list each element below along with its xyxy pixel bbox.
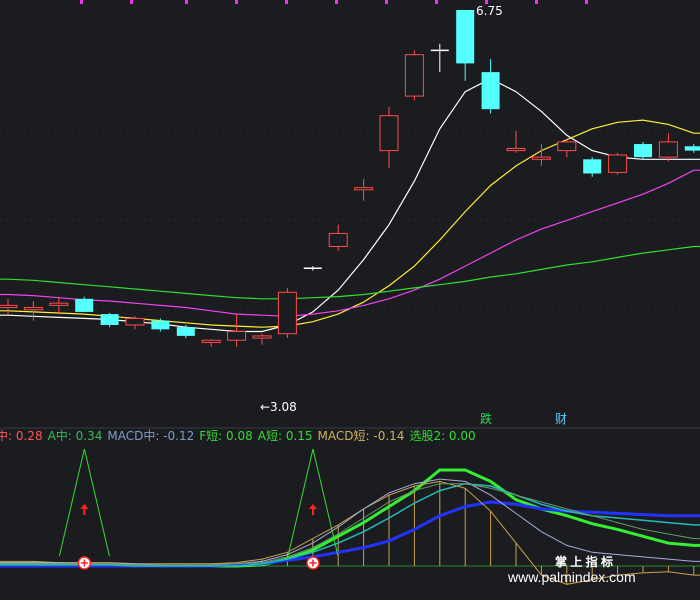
candle	[0, 298, 18, 316]
candle-body	[49, 302, 69, 306]
indicator-line-4	[0, 478, 700, 566]
top-tick	[235, 0, 238, 4]
top-tick	[385, 0, 388, 4]
high-price-label: 6.75	[476, 4, 503, 18]
candle-body	[481, 72, 500, 110]
legend-item: MACD中: -0.12	[107, 428, 194, 443]
candle	[456, 10, 475, 81]
candle-body	[608, 154, 628, 173]
chart-grid	[0, 0, 700, 401]
candle-body	[354, 187, 374, 191]
legend-item: A短: 0.15	[258, 429, 313, 443]
candle-body	[506, 147, 526, 152]
candle	[354, 178, 374, 201]
candle	[404, 50, 424, 101]
candle	[328, 224, 348, 251]
candle-body	[23, 307, 43, 311]
candle-body	[277, 291, 297, 335]
candle-body	[684, 146, 700, 151]
candle-body	[658, 141, 678, 158]
candle-body	[634, 144, 652, 158]
candle	[49, 296, 69, 315]
signal-spike	[58, 448, 110, 557]
candle	[430, 43, 449, 73]
candle	[201, 339, 221, 347]
candle-body	[151, 320, 170, 330]
candle	[608, 152, 628, 175]
top-tick	[185, 0, 188, 4]
watermark-url: www.palmindex.com	[507, 569, 636, 585]
candle	[583, 157, 602, 177]
candles	[0, 10, 700, 347]
top-tick	[130, 0, 133, 4]
candle-body	[227, 331, 247, 341]
candle	[252, 333, 272, 345]
candle	[481, 59, 500, 114]
indicator-legend: 中: 0.28 A中: 0.34 MACD中: -0.12 F短: 0.08 A短: 0…	[0, 428, 476, 443]
top-tick	[80, 0, 83, 4]
candle-body	[125, 317, 145, 326]
candle-body	[100, 314, 119, 325]
candle-body	[404, 54, 424, 97]
candle-body	[201, 339, 221, 343]
candle	[557, 139, 577, 158]
candle	[277, 287, 297, 339]
top-tick	[585, 0, 588, 4]
watermark-cn: 掌 上 指 标	[555, 554, 613, 569]
watermark: 掌 上 指 标 www.palmindex.com	[507, 554, 636, 585]
candle	[23, 301, 43, 321]
candle	[125, 316, 145, 330]
legend-item: A中: 0.34	[48, 428, 103, 443]
top-tick	[335, 0, 338, 4]
ma-line-2	[0, 169, 700, 317]
candle	[658, 133, 678, 162]
stock-chart: 6.75 ←3.08 跌 财 中: 0.28 A中: 0.34 MACD中: -0.…	[0, 0, 700, 585]
ma-line-3	[0, 245, 700, 300]
candle-body	[0, 304, 18, 309]
top-tick	[435, 0, 438, 4]
up-arrow-icon	[309, 504, 317, 515]
up-arrow-icon	[80, 504, 89, 515]
candle-body	[379, 115, 399, 152]
candle-body	[583, 159, 602, 174]
low-price-label: ←3.08	[260, 400, 297, 414]
candle-body	[531, 156, 551, 160]
moving-average-lines	[0, 78, 700, 333]
signal-cai-label: 财	[555, 412, 567, 426]
candle	[75, 296, 94, 312]
candle	[634, 141, 652, 160]
ma-line-0	[0, 78, 700, 333]
candle-body	[456, 10, 475, 64]
candle-body	[557, 141, 577, 152]
candle-body	[328, 232, 348, 248]
top-tick	[535, 0, 538, 4]
candle	[506, 130, 526, 153]
candle	[379, 107, 399, 169]
candle	[100, 312, 119, 328]
legend-item: F短: 0.08	[199, 429, 252, 443]
top-tick	[285, 0, 288, 4]
legend-item: MACD短: -0.14	[318, 429, 405, 443]
signal-die-label: 跌	[480, 411, 492, 426]
candle-body	[75, 298, 94, 312]
candle	[303, 266, 322, 271]
candle	[684, 144, 700, 153]
legend-item: 选股2: 0.00	[409, 429, 475, 443]
candle-body	[176, 327, 195, 336]
buy-signal	[58, 448, 110, 570]
candle-body	[252, 335, 272, 339]
legend-item: 中: 0.28	[0, 428, 43, 443]
